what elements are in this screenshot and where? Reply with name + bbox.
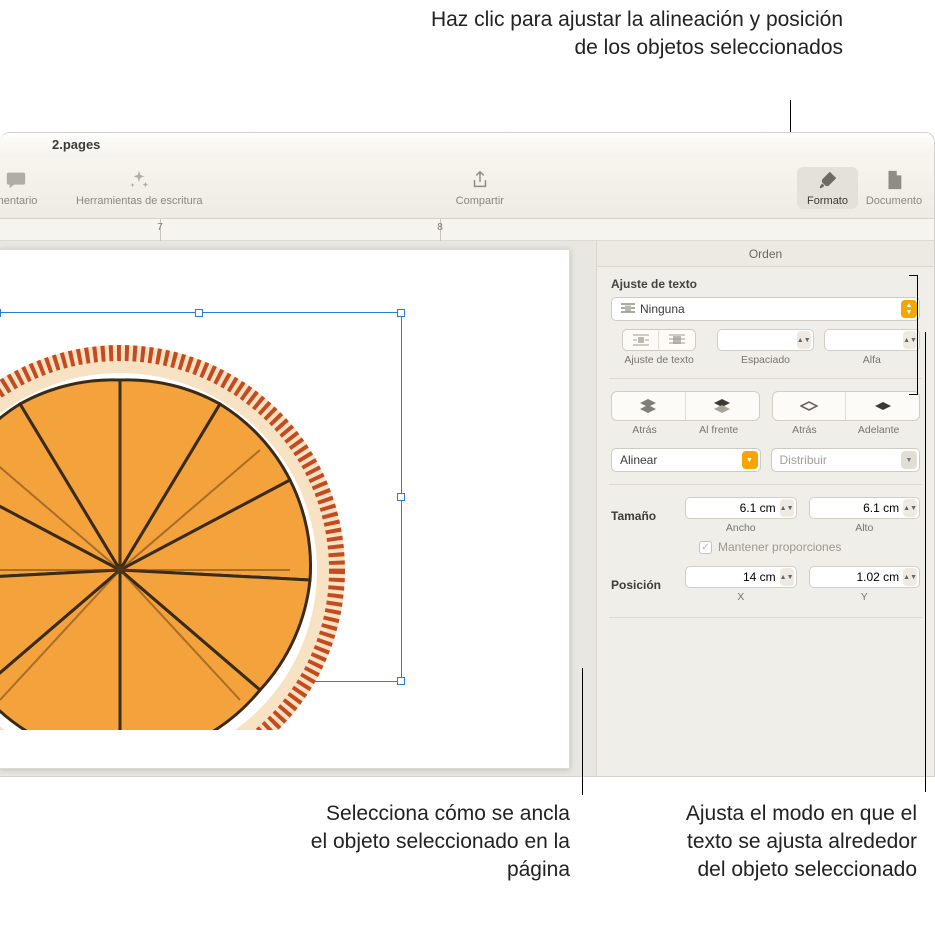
width-caption: Ancho — [726, 522, 756, 534]
resize-handle-n[interactable] — [195, 309, 203, 317]
annotation-top: Haz clic para ajustar la alineación y po… — [413, 6, 843, 62]
text-fit-around-icon[interactable] — [623, 330, 659, 350]
stepper-arrows-icon[interactable]: ▲▼ — [797, 331, 811, 349]
front-caption: Al frente — [699, 424, 738, 436]
toolbar-comment-button[interactable]: mentario — [0, 169, 46, 207]
align-select[interactable]: Alinear ▼ — [611, 448, 761, 472]
orange-slice-image[interactable] — [0, 330, 360, 730]
comment-icon — [5, 169, 27, 191]
bring-to-front-button[interactable] — [686, 392, 759, 420]
constrain-proportions-checkbox[interactable]: ✓ Mantener proporciones — [699, 540, 920, 554]
text-fit-segmented[interactable] — [622, 329, 696, 351]
document-title: 2.pages — [52, 137, 100, 152]
ruler-tick-8: 8 — [437, 222, 443, 233]
align-value: Alinear — [618, 453, 742, 467]
text-fit-over-icon[interactable] — [659, 330, 695, 350]
stepper-arrows-icon[interactable]: ▲▼ — [903, 331, 917, 349]
text-wrap-value: Ninguna — [638, 302, 901, 316]
stepper-arrows-icon: ▲▼ — [901, 300, 917, 318]
y-caption: Y — [861, 591, 868, 603]
backward-caption: Atrás — [792, 424, 817, 436]
toolbar-format-label: Formato — [807, 195, 848, 207]
chevron-down-icon: ▼ — [742, 451, 758, 469]
inspector-panel: Orden Ajuste de texto Ninguna ▲▼ Ajuste … — [596, 241, 934, 776]
resize-handle-ne[interactable] — [397, 309, 405, 317]
toolbar-share-label: Compartir — [456, 195, 504, 207]
toolbar: mentario Herramientas de escritura Compa… — [0, 157, 934, 219]
layers-back-icon — [639, 398, 657, 414]
bring-forward-button[interactable] — [846, 392, 919, 420]
height-input[interactable] — [816, 501, 904, 515]
x-input[interactable] — [692, 570, 780, 584]
alpha-stepper[interactable]: ▲▼ — [824, 329, 920, 351]
alpha-caption: Alfa — [863, 354, 881, 366]
toolbar-comment-label: mentario — [0, 195, 37, 207]
toolbar-document-label: Documento — [866, 195, 922, 207]
tab-orden[interactable]: Orden — [733, 243, 798, 265]
distribute-value: Distribuir — [778, 453, 902, 467]
y-input[interactable] — [816, 570, 904, 584]
back-caption: Atrás — [632, 424, 657, 436]
spacing-input[interactable] — [724, 333, 796, 347]
spacing-stepper[interactable]: ▲▼ — [717, 329, 813, 351]
annotation-right-bracket — [917, 275, 918, 395]
position-label: Posición — [611, 578, 675, 592]
divider — [609, 617, 922, 618]
layer-forward-icon — [874, 398, 892, 414]
section-label-text-wrap: Ajuste de texto — [611, 277, 920, 291]
stepper-arrows-icon[interactable]: ▲▼ — [903, 568, 917, 586]
divider — [609, 378, 922, 379]
ruler[interactable]: 7 8 — [0, 219, 934, 241]
alpha-input[interactable] — [831, 333, 903, 347]
text-wrap-none-icon — [618, 302, 638, 316]
stepper-arrows-icon[interactable]: ▲▼ — [780, 499, 794, 517]
x-stepper[interactable]: ▲▼ — [685, 566, 797, 588]
toolbar-writing-tools-button[interactable]: Herramientas de escritura — [76, 169, 203, 207]
chevron-down-icon: ▼ — [901, 451, 917, 469]
app-window: 2.pages mentario Herramientas de escritu… — [0, 132, 935, 777]
annotation-bottom-right: Ajusta el modo en que el texto se ajusta… — [657, 800, 917, 884]
layer-backward-icon — [800, 398, 818, 414]
stepper-arrows-icon[interactable]: ▲▼ — [903, 499, 917, 517]
checkbox-icon: ✓ — [699, 541, 712, 554]
x-caption: X — [737, 591, 744, 603]
document-icon — [883, 169, 905, 191]
resize-handle-e[interactable] — [397, 493, 405, 501]
share-icon — [469, 169, 491, 191]
constrain-label: Mantener proporciones — [718, 540, 841, 554]
titlebar: 2.pages — [0, 133, 934, 157]
annotation-right-leader — [925, 332, 926, 792]
annotation-bottom-left: Selecciona cómo se ancla el objeto selec… — [310, 800, 570, 884]
page[interactable] — [0, 249, 570, 769]
document-canvas[interactable] — [0, 241, 596, 776]
spacing-caption: Espaciado — [741, 354, 790, 366]
y-stepper[interactable]: ▲▼ — [809, 566, 921, 588]
send-to-back-button[interactable] — [612, 392, 686, 420]
stepper-arrows-icon[interactable]: ▲▼ — [780, 568, 794, 586]
height-stepper[interactable]: ▲▼ — [809, 497, 921, 519]
text-wrap-select[interactable]: Ninguna ▲▼ — [611, 297, 920, 321]
annotation-left-leader — [582, 668, 583, 795]
forward-caption: Adelante — [858, 424, 899, 436]
resize-handle-nw[interactable] — [0, 309, 1, 317]
toolbar-writing-tools-label: Herramientas de escritura — [76, 195, 203, 207]
annotation-top-leader — [790, 100, 791, 132]
send-backward-button[interactable] — [773, 392, 847, 420]
ruler-tick-7: 7 — [157, 222, 163, 233]
layers-front-icon — [713, 398, 731, 414]
toolbar-share-button[interactable]: Compartir — [450, 169, 510, 207]
resize-handle-se[interactable] — [397, 677, 405, 685]
distribute-select[interactable]: Distribuir ▼ — [771, 448, 921, 472]
text-fit-caption: Ajuste de texto — [624, 354, 693, 366]
inspector-tabs: Orden — [597, 241, 934, 267]
divider — [609, 484, 922, 485]
paintbrush-icon — [817, 169, 839, 191]
width-input[interactable] — [692, 501, 780, 515]
width-stepper[interactable]: ▲▼ — [685, 497, 797, 519]
height-caption: Alto — [855, 522, 873, 534]
size-label: Tamaño — [611, 509, 675, 523]
toolbar-document-button[interactable]: Documento — [864, 169, 924, 207]
toolbar-format-button[interactable]: Formato — [797, 167, 858, 209]
sparkle-icon — [128, 169, 150, 191]
